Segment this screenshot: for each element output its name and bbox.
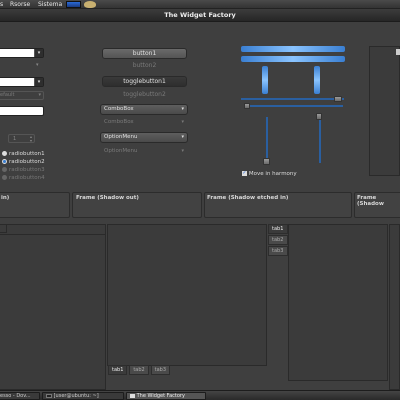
radio-label: radiobutton4 — [9, 175, 45, 181]
partial-widget-icon — [396, 49, 400, 55]
spin-value: 1 — [13, 136, 17, 142]
notebook-left-tab-stub[interactable] — [0, 225, 7, 233]
chevron-down-icon: ▾ — [181, 106, 184, 112]
frame-label: Frame (Shadow — [357, 195, 384, 207]
window-titlebar[interactable]: The Widget Factory — [0, 9, 400, 22]
vertical-slider-2[interactable] — [319, 117, 321, 163]
chevron-down-icon: ▾ — [181, 119, 184, 125]
notebook-bottom-tabbar: tab1 tab2 tab3 — [108, 365, 171, 376]
tab-tab1[interactable]: tab1 — [108, 365, 128, 375]
radio-indicator[interactable] — [2, 159, 7, 164]
chevron-down-icon[interactable]: ▾ — [34, 78, 43, 86]
slider-handle[interactable] — [244, 103, 250, 109]
chevron-down-icon: ▾ — [181, 134, 184, 140]
combo-entry-1[interactable]: ▾ — [0, 48, 44, 58]
taskbar-item-label: esso - Dov... — [0, 393, 31, 399]
horizontal-scrollbar-1[interactable] — [241, 46, 345, 52]
radio-indicator — [2, 167, 7, 172]
window-title: The Widget Factory — [164, 11, 236, 19]
tab-tab1[interactable]: tab1 — [268, 224, 288, 234]
partial-panel-right — [369, 46, 400, 176]
radio-3: radiobutton3 — [2, 166, 45, 174]
frame-shadow-etched-out: Frame (Shadow — [354, 192, 400, 218]
move-in-harmony-label: Move in harmony — [248, 171, 297, 177]
menu-actions[interactable]: s — [0, 1, 3, 8]
vertical-slider-1[interactable] — [266, 117, 268, 163]
entry-disabled: efault ▾ — [0, 91, 44, 100]
combo-box-1[interactable]: ComboBox ▾ — [100, 104, 188, 115]
radio-2[interactable]: radiobutton2 — [2, 158, 45, 166]
button1[interactable]: button1 — [102, 48, 187, 59]
tab-tab2[interactable]: tab2 — [268, 235, 288, 245]
chevron-down-icon[interactable]: ▾ — [34, 49, 43, 57]
chevron-down-icon: ▾ — [36, 62, 39, 68]
notebook-left — [0, 224, 106, 390]
chevron-down-icon: ▾ — [181, 148, 184, 154]
button2: button2 — [132, 62, 157, 69]
spin-down-icon[interactable]: ▾ — [30, 138, 32, 143]
vertical-scrollbar-1[interactable] — [262, 66, 268, 94]
move-in-harmony-checkbox[interactable]: ✓ Move in harmony — [242, 170, 297, 177]
taskbar-item-label: [user@ubuntu: ~] — [53, 393, 99, 399]
radio-label: radiobutton1 — [9, 151, 45, 157]
frame-label: Frame (Shadow etched in) — [207, 195, 289, 201]
spin-button[interactable]: 1 ▴ ▾ — [8, 134, 35, 143]
combo-box-1-label: ComboBox — [104, 106, 134, 112]
text-entry[interactable] — [0, 106, 44, 116]
option-menu-1-label: OptionMenu — [104, 134, 138, 140]
slider-handle[interactable] — [334, 96, 342, 102]
horizontal-slider-1[interactable] — [241, 98, 344, 100]
frame-label: in) — [1, 195, 10, 201]
top-panel: s Rsorse Sistema — [0, 0, 400, 9]
slider-handle[interactable] — [316, 113, 322, 120]
browser-launcher-icon[interactable] — [66, 1, 81, 8]
mail-launcher-icon[interactable] — [84, 1, 96, 8]
frame-label: Frame (Shadow out) — [76, 195, 139, 201]
frame-shadow-out: Frame (Shadow out) — [72, 192, 202, 218]
menu-system[interactable]: Sistema — [38, 1, 62, 8]
menu-places[interactable]: Rsorse — [10, 1, 30, 8]
radio-indicator[interactable] — [2, 151, 7, 156]
combo-entry-2[interactable]: ▾ — [0, 77, 44, 87]
taskbar-item-label: The Widget Factory — [136, 393, 185, 399]
option-menu-1[interactable]: OptionMenu ▾ — [100, 132, 188, 143]
radio-label: radiobutton2 — [9, 159, 45, 165]
terminal-icon — [46, 393, 52, 398]
slider-handle[interactable] — [263, 158, 270, 165]
combo-box-2: ComboBox ▾ — [100, 117, 188, 128]
tab-tab3[interactable]: tab3 — [150, 365, 171, 375]
entry-disabled-text: efault — [0, 92, 15, 98]
tab-tab3[interactable]: tab3 — [268, 246, 288, 256]
horizontal-slider-2[interactable] — [248, 105, 343, 107]
partial-pane-right — [389, 224, 400, 390]
radio-1[interactable]: radiobutton1 — [2, 150, 45, 158]
radio-group: radiobutton1 radiobutton2 radiobutton3 r… — [2, 150, 45, 182]
option-menu-2-label: OptionMenu — [104, 148, 138, 154]
checkmark-icon[interactable]: ✓ — [242, 171, 247, 176]
notebook-side-tabbar: tab1 tab2 tab3 — [268, 224, 288, 266]
window-icon — [130, 393, 135, 398]
radio-indicator — [2, 175, 7, 180]
frame-shadow-etched-in: Frame (Shadow etched in) — [204, 192, 352, 218]
toggle-button2: togglebutton2 — [123, 91, 166, 98]
option-menu-2: OptionMenu ▾ — [100, 146, 188, 157]
vertical-scrollbar-2[interactable] — [314, 66, 320, 94]
taskbar: esso - Dov... [user@ubuntu: ~] The Widge… — [0, 390, 400, 400]
horizontal-scrollbar-2[interactable] — [241, 56, 345, 62]
taskbar-item-file-manager[interactable]: esso - Dov... — [0, 392, 40, 400]
chevron-down-icon: ▾ — [38, 92, 41, 98]
taskbar-item-widget-factory[interactable]: The Widget Factory — [126, 392, 206, 400]
tab-tab2[interactable]: tab2 — [129, 365, 149, 375]
radio-4: radiobutton4 — [2, 174, 45, 182]
notebook-bottom-tabs-page — [107, 224, 267, 366]
taskbar-item-terminal[interactable]: [user@ubuntu: ~] — [42, 392, 124, 400]
combo-box-2-label: ComboBox — [104, 119, 134, 125]
frame-shadow-in: in) — [0, 192, 70, 218]
divider — [0, 234, 105, 235]
radio-label: radiobutton3 — [9, 167, 45, 173]
notebook-side-page — [288, 224, 388, 381]
toggle-button1[interactable]: togglebutton1 — [102, 76, 187, 87]
